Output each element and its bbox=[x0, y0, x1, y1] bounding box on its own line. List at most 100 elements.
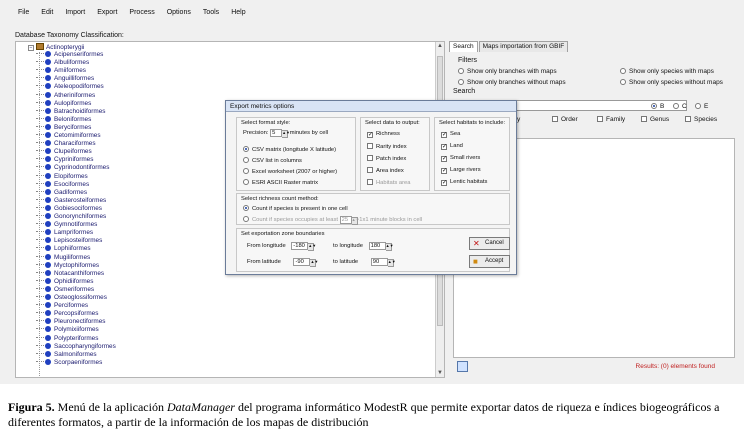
output-habitats-area[interactable]: Habitats area bbox=[367, 179, 410, 186]
dialog-title: Export metrics options bbox=[226, 101, 516, 112]
tree-item-label: Ophidiiformes bbox=[54, 277, 94, 285]
blocks-input[interactable]: 25 bbox=[339, 216, 352, 224]
filter-species-with-maps[interactable]: Show only species with maps bbox=[620, 68, 714, 75]
menu-edit[interactable]: Edit bbox=[41, 6, 53, 20]
tree-item[interactable]: Myctophiformes bbox=[36, 261, 99, 270]
tree-item[interactable]: Notacanthiformes bbox=[36, 269, 104, 278]
from-longitude-input[interactable]: -180 bbox=[291, 242, 309, 250]
tree-item[interactable]: Atheriniformes bbox=[36, 91, 95, 100]
to-latitude-input[interactable]: 90 bbox=[370, 258, 388, 266]
format-esri[interactable]: ESRI ASCII Raster matrix bbox=[243, 179, 318, 186]
menu-options[interactable]: Options bbox=[167, 6, 191, 20]
tree-item[interactable]: Saccopharyngiformes bbox=[36, 342, 116, 351]
cancel-button[interactable]: ✕ Cancel bbox=[469, 237, 510, 250]
collapse-icon[interactable]: − bbox=[28, 45, 34, 51]
habitat-large-rivers[interactable]: ✓ Large rivers bbox=[441, 167, 481, 174]
tree-item[interactable]: Cypriniformes bbox=[36, 156, 93, 164]
tree-item[interactable]: Batrachoidiformes bbox=[36, 107, 106, 116]
blocks-spinner[interactable]: ▲▼ bbox=[351, 217, 360, 225]
tree-item[interactable]: Osmeriformes bbox=[36, 285, 94, 294]
tree-item[interactable]: Lophiiformes bbox=[36, 245, 91, 253]
to-longitude-spinner[interactable]: ▲▼ bbox=[385, 243, 394, 251]
filter-branches-without-maps[interactable]: Show only branches without maps bbox=[458, 79, 566, 86]
tree-item[interactable]: Pleuronectiformes bbox=[36, 318, 106, 326]
level-genus[interactable]: Genus bbox=[641, 116, 669, 123]
tree-item[interactable]: Polymixiiformes bbox=[36, 326, 99, 334]
habitat-sea[interactable]: ✓ Sea bbox=[441, 131, 460, 138]
tree-item[interactable]: Gymnotiformes bbox=[36, 221, 97, 229]
tree-item[interactable]: Lepisosteiformes bbox=[36, 237, 102, 245]
scroll-down-icon[interactable]: ▼ bbox=[436, 369, 444, 377]
tree-item[interactable]: Elopiformes bbox=[36, 172, 88, 181]
tree-item[interactable]: Lampriformes bbox=[36, 229, 93, 237]
tree-item[interactable]: Amiiformes bbox=[36, 67, 86, 75]
tree-item[interactable]: Aulopiformes bbox=[36, 99, 91, 108]
habitat-lentic[interactable]: ✓ Lentic habitats bbox=[441, 179, 487, 186]
tab-gbif[interactable]: Maps importation from GBIF bbox=[478, 41, 569, 52]
search-radio-c[interactable]: C bbox=[673, 103, 687, 110]
menu-import[interactable]: Import bbox=[65, 6, 85, 20]
method-occupies[interactable]: Count if species occupies at least 25 ▲▼ … bbox=[243, 216, 422, 225]
tree-item[interactable]: Clupeiformes bbox=[36, 148, 92, 156]
tree-item[interactable]: Albuliformes bbox=[36, 59, 89, 67]
level-species[interactable]: Species bbox=[685, 116, 717, 123]
accept-button[interactable]: ■ Accept bbox=[469, 255, 510, 268]
tree-item[interactable]: Acipenseriformes bbox=[36, 51, 103, 59]
to-longitude-input[interactable]: 180 bbox=[368, 242, 386, 250]
format-csv-matrix[interactable]: CSV matrix (longitude X latitude) bbox=[243, 146, 336, 153]
tree-item[interactable]: Salmoniformes bbox=[36, 350, 97, 359]
tree-item[interactable]: Scorpaeniformes bbox=[36, 358, 102, 367]
precision-spinner[interactable]: ▲▼ bbox=[282, 130, 290, 138]
tree-item-label: Percopsiformes bbox=[54, 310, 99, 318]
filter-species-without-maps[interactable]: Show only species without maps bbox=[620, 79, 723, 86]
habitat-small-rivers[interactable]: ✓ Small rivers bbox=[441, 155, 480, 162]
level-family[interactable]: Family bbox=[597, 116, 625, 123]
tree-item[interactable]: Cetomimiformes bbox=[36, 132, 101, 140]
output-area[interactable]: Area index bbox=[367, 167, 404, 174]
tree-item[interactable]: Beryciformes bbox=[36, 123, 91, 132]
tree-item[interactable]: Ophidiiformes bbox=[36, 277, 94, 286]
menu-help[interactable]: Help bbox=[231, 6, 245, 20]
output-richness[interactable]: ✓ Richness bbox=[367, 131, 400, 138]
tree-item[interactable]: Gobiesociformes bbox=[36, 204, 102, 213]
precision-input[interactable]: 5 bbox=[270, 129, 283, 137]
tree-item[interactable]: Characiformes bbox=[36, 140, 96, 148]
from-longitude-spinner[interactable]: ▲▼ bbox=[308, 243, 316, 251]
tree-item[interactable]: Polypteriformes bbox=[36, 334, 98, 343]
tree-item[interactable]: Gadiformes bbox=[36, 188, 87, 197]
tree-connector bbox=[36, 239, 44, 241]
tree-item[interactable]: Gonorynchiformes bbox=[36, 213, 106, 221]
tree-item[interactable]: Anguilliformes bbox=[36, 75, 94, 83]
tab-search[interactable]: Search bbox=[449, 41, 478, 52]
export-icon[interactable] bbox=[457, 361, 468, 372]
tree-item-label: Gasterosteiformes bbox=[54, 196, 107, 204]
menu-tools[interactable]: Tools bbox=[203, 6, 219, 20]
tree-item[interactable]: Gasterosteiformes bbox=[36, 196, 107, 205]
tree-item[interactable]: Esociformes bbox=[36, 180, 89, 189]
scroll-up-icon[interactable]: ▲ bbox=[436, 42, 444, 50]
output-rarity[interactable]: Rarity index bbox=[367, 143, 407, 150]
tree-item[interactable]: Percopsiformes bbox=[36, 310, 98, 318]
search-radio-b[interactable]: B bbox=[651, 103, 664, 110]
format-csv-list[interactable]: CSV list in columns bbox=[243, 157, 302, 164]
menu-process[interactable]: Process bbox=[129, 6, 154, 20]
level-order[interactable]: Order bbox=[552, 116, 578, 123]
filter-branches-with-maps[interactable]: Show only branches with maps bbox=[458, 68, 557, 75]
tree-item[interactable]: Cyprinodontiformes bbox=[36, 164, 109, 172]
close-icon: ✕ bbox=[473, 239, 480, 248]
search-radio-e[interactable]: E bbox=[695, 103, 708, 110]
from-latitude-input[interactable]: -90 bbox=[293, 258, 311, 266]
from-latitude-spinner[interactable]: ▲▼ bbox=[310, 259, 318, 267]
tree-item[interactable]: Mugiliformes bbox=[36, 253, 90, 262]
habitat-land[interactable]: ✓ Land bbox=[441, 143, 463, 150]
tree-item[interactable]: Perciformes bbox=[36, 302, 88, 310]
tree-item[interactable]: Ateleopodiformes bbox=[36, 83, 104, 91]
menu-export[interactable]: Export bbox=[97, 6, 117, 20]
menu-file[interactable]: File bbox=[18, 6, 29, 20]
method-present[interactable]: Count if species is present in one cell bbox=[243, 205, 348, 212]
format-excel[interactable]: Excel worksheet (2007 or higher) bbox=[243, 168, 337, 175]
to-latitude-spinner[interactable]: ▲▼ bbox=[387, 259, 396, 267]
output-patch[interactable]: Patch index bbox=[367, 155, 406, 162]
tree-item[interactable]: Osteoglossiformes bbox=[36, 294, 107, 302]
tree-item[interactable]: Beloniformes bbox=[36, 115, 91, 124]
